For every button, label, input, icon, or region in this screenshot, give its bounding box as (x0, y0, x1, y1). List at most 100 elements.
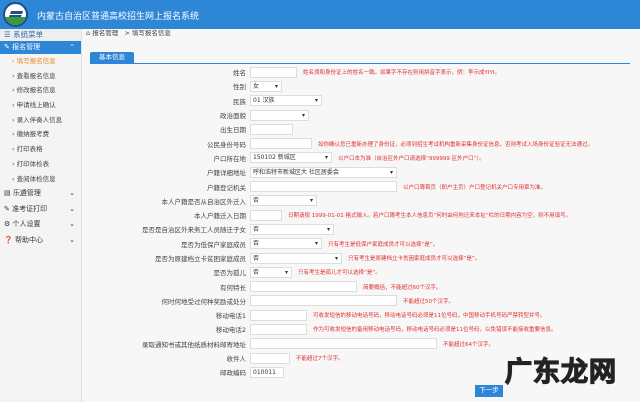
tab-basic-info[interactable]: 基本信息 (90, 52, 134, 63)
sidebar-item[interactable]: › 填写报名信息 (0, 54, 81, 69)
field-input[interactable] (250, 295, 397, 307)
field-select[interactable]: 否 (250, 223, 334, 235)
field-select[interactable]: 否 (250, 195, 317, 207)
field-input[interactable] (250, 281, 357, 293)
sidebar-item[interactable]: › 录入伴奏人信息 (0, 113, 81, 128)
field-input[interactable] (250, 123, 293, 135)
field-label: 是否为孤儿 (213, 269, 247, 278)
sidebar-item[interactable]: › 缴纳报考费 (0, 127, 81, 142)
sidebar-group-label: ⚙ 个人设置 (4, 217, 41, 233)
sidebar-item[interactable]: › 修改报名信息 (0, 83, 81, 98)
form-row: 民族 01 汉族 (90, 94, 640, 108)
sidebar-menu: ✎ 报名管理 ⌃ › 填写报名信息 › 查看报名信息 › 修改报名信息 › 申请线上确认 ›… (0, 41, 81, 248)
field-select[interactable]: 150102 新城区 (250, 152, 332, 164)
field-select[interactable]: 否 (250, 238, 322, 250)
form-row: 是否为原建档立卡贫困家庭成员否只有考生是原建档立卡贫困家庭成员才可以选择“是”。 (90, 251, 640, 265)
sidebar-group[interactable]: ✎ 报名管理 ⌃ (0, 41, 81, 54)
group-text: 帮助中心 (14, 235, 43, 244)
field-select[interactable]: 否 (250, 252, 342, 264)
registration-form: 姓名 姓名须和身份证上的姓名一致。如果字不存在则用拼音字表示，例：李示成YIYI。… (90, 65, 640, 380)
sidebar-title-text: 系统菜单 (13, 30, 44, 39)
field-label: 姓名 (233, 69, 246, 78)
sidebar-group[interactable]: ▤ 乐遴管理 ⌄ (0, 186, 81, 202)
field-label: 何时何地受过何种奖励或处分 (161, 297, 247, 306)
form-row: 移动电话1 可收发短信的移动电话号码，移动电话号码必须是11位号码，中国移动手机号… (90, 308, 640, 322)
menu-icon: ❓ (4, 235, 13, 244)
sidebar-group-label: ✎ 准考证打印 (4, 202, 47, 218)
sidebar-group[interactable]: ❓ 帮助中心 ⌄ (0, 233, 81, 249)
field-hint: 可收发短信的移动电话号码，移动电话号码必须是11位号码，中国移动手机号码严禁转型… (313, 313, 546, 320)
field-input[interactable] (250, 323, 307, 335)
field-hint: 如你确认您已重新办理了身份证，必须到招生考试机构重新采集身份证信息，否则考试入场… (318, 141, 594, 148)
field-hint: 只有考生是孤儿才可以选择“是”。 (298, 270, 381, 277)
sidebar-item[interactable]: › 查阅体检信息 (0, 172, 81, 187)
field-label: 是否是自治区外来务工人员随迁子女 (142, 226, 246, 235)
field-label: 性别 (233, 83, 246, 92)
chevron-up-icon: ⌃ (69, 43, 75, 51)
watermark: 广东龙网 (504, 356, 617, 388)
group-text: 准考证打印 (12, 204, 48, 213)
field-hint: 以户口簿首页（即户主页）户口登记机关户口专用章为准。 (403, 184, 547, 191)
form-row: 政治面貌 (90, 108, 640, 122)
field-label: 出生日期 (220, 126, 246, 135)
field-label: 户籍详细地址 (207, 169, 246, 178)
field-label: 邮政编码 (220, 369, 246, 378)
field-label: 移动电话1 (215, 312, 246, 321)
sidebar-item-label: 打印体检表 (16, 159, 50, 168)
field-input[interactable] (250, 181, 397, 193)
sidebar-group[interactable]: ✎ 准考证打印 ⌄ (0, 202, 81, 218)
form-row: 是否为孤儿否只有考生是孤儿才可以选择“是”。 (90, 265, 640, 279)
field-label: 政治面貌 (220, 112, 246, 121)
field-input[interactable] (250, 352, 290, 364)
field-select[interactable]: 呼和浩特市新城区大 社区居委会 (250, 166, 397, 178)
sidebar-item[interactable]: › 打印体检表 (0, 157, 81, 172)
field-label: 公民身份号码 (207, 140, 246, 149)
sidebar-item[interactable]: › 查看报名信息 (0, 69, 81, 84)
sidebar-item-label: 申请线上确认 (16, 101, 56, 110)
form-row: 性别女 (90, 79, 640, 93)
sidebar-item-label: 缴纳报考费 (16, 130, 50, 139)
menu-icon: ▤ (4, 189, 11, 198)
field-hint: 以户口本为准（自治区外户口请选择“999999 区外户口”）。 (338, 155, 485, 162)
menu-icon: ⚙ (4, 220, 11, 229)
field-input[interactable] (250, 66, 297, 78)
field-input[interactable] (250, 138, 312, 150)
form-row: 户籍登记机关 以户口簿首页（即户主页）户口登记机关户口专用章为准。 (90, 179, 640, 193)
field-input[interactable] (250, 338, 437, 350)
field-label: 有何特长 (220, 283, 246, 292)
sidebar-item[interactable]: › 打印表格 (0, 142, 81, 157)
sidebar-item-label: 填写报名信息 (16, 57, 56, 65)
breadcrumb-home[interactable]: 报名管理 (92, 29, 118, 37)
field-hint: 不能超过64个汉字。 (443, 341, 494, 348)
chevron-down-icon: ⌄ (69, 204, 75, 213)
menu-icon: ✎ (4, 204, 10, 213)
next-button[interactable]: 下一步 (475, 385, 503, 397)
field-select[interactable] (250, 109, 309, 121)
sidebar-title: ☰ 系统菜单 (0, 29, 81, 41)
field-label: 收件人 (226, 355, 247, 364)
field-input[interactable]: 010011 (250, 366, 284, 378)
field-hint: 日期请按 1999-01-01 格式输入。若户口簿考生本人信息页“何时由何地迁来… (288, 213, 572, 220)
form-row: 户籍详细地址 呼和浩特市新城区大 社区居委会 (90, 165, 640, 179)
field-select[interactable]: 女 (250, 80, 282, 92)
sidebar-group[interactable]: ⚙ 个人设置 ⌄ (0, 217, 81, 233)
sidebar-item[interactable]: › 申请线上确认 (0, 98, 81, 113)
chevron-down-icon: ⌄ (69, 220, 75, 229)
field-select[interactable]: 01 汉族 (250, 95, 322, 107)
field-hint: 简要概括，不能超过60个汉字。 (363, 284, 442, 291)
sidebar-group-label: ❓ 帮助中心 (4, 233, 43, 249)
field-hint: 姓名须和身份证上的姓名一致。如果字不存在则用拼音字表示，例：李示成YIYI。 (303, 70, 500, 77)
sidebar-item-label: 录入伴奏人信息 (16, 115, 63, 124)
field-input[interactable] (250, 309, 307, 321)
chevron-down-icon: ⌄ (69, 189, 75, 198)
form-row: 本人户籍是否从自治区外迁入否 (90, 194, 640, 208)
sidebar-item-label: 修改报名信息 (16, 86, 56, 95)
form-row: 户口所在地150102 新城区以户口本为准（自治区外户口请选择“999999 区… (90, 151, 640, 165)
field-input[interactable] (250, 209, 282, 221)
form-row: 公民身份号码 如你确认您已重新办理了身份证，必须到招生考试机构重新采集身份证信息，… (90, 136, 640, 150)
field-select[interactable]: 否 (250, 266, 292, 278)
field-label: 民族 (233, 97, 246, 106)
field-label: 本人户籍迁入日期 (194, 212, 246, 221)
field-label: 录取通知书或其他纸质材料邮寄地址 (142, 340, 246, 349)
sidebar-item-label: 查看报名信息 (16, 71, 56, 80)
